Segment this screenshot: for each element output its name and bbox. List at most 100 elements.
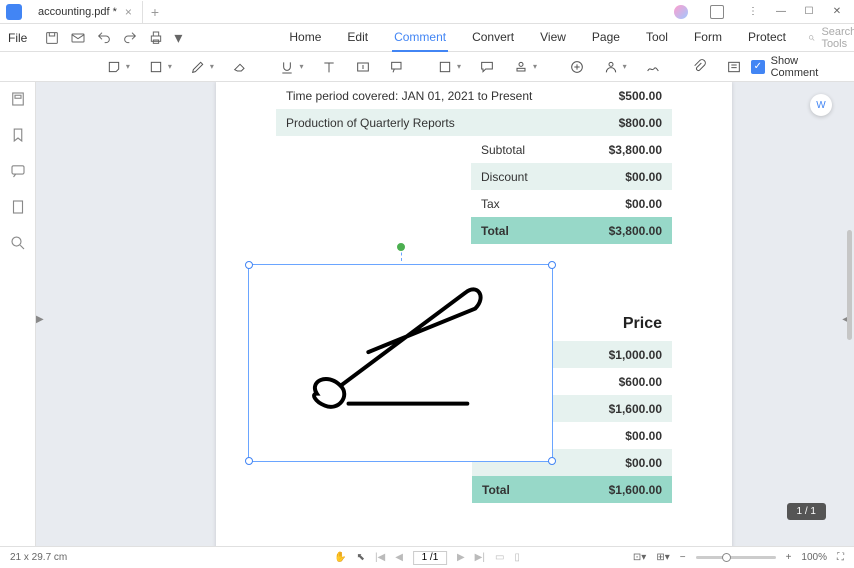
file-menu[interactable]: File <box>8 31 27 45</box>
shape-tool[interactable]: ▾ <box>431 55 467 79</box>
tab-title: accounting.pdf * <box>38 6 117 18</box>
menu-view[interactable]: View <box>538 24 568 52</box>
app-icon <box>6 4 22 20</box>
comment-toolbar: ▾ ▾ ▾ ▾ ▾ ▾ ▾ ✓ Show Comment <box>0 52 854 82</box>
close-window-button[interactable]: ✕ <box>830 5 844 19</box>
menu-home[interactable]: Home <box>287 24 323 52</box>
menu-form[interactable]: Form <box>692 24 724 52</box>
table-row: Subtotal$3,800.00 <box>471 136 672 163</box>
textbox-tool[interactable] <box>349 55 377 79</box>
canvas[interactable]: Time period covered: JAN 01, 2021 to Pre… <box>36 82 854 546</box>
menu-edit[interactable]: Edit <box>345 24 370 52</box>
prev-page-icon[interactable]: ◀ <box>395 552 403 563</box>
attachment-panel-icon[interactable] <box>9 198 27 216</box>
dropdown-icon[interactable]: ▾ <box>174 29 182 47</box>
text-tool[interactable] <box>315 55 343 79</box>
stamp-tool[interactable]: ▾ <box>507 55 543 79</box>
highlight-tool[interactable]: ▾ <box>142 55 178 79</box>
note-tool[interactable]: ▾ <box>100 55 136 79</box>
table-row: Production of Quarterly Reports $800.00 <box>276 109 672 136</box>
zoom-slider[interactable] <box>696 556 776 559</box>
cell-value: $800.00 <box>619 116 662 130</box>
workspace: ▶ ◀ Time period covered: JAN 01, 2021 to… <box>0 82 854 546</box>
close-tab-icon[interactable]: × <box>125 5 132 19</box>
redo-icon[interactable] <box>122 29 138 47</box>
fullscreen-icon[interactable]: ⛶ <box>837 552 844 563</box>
scrollbar-thumb[interactable] <box>847 230 852 340</box>
pencil-tool[interactable]: ▾ <box>184 55 220 79</box>
profile-icon[interactable] <box>674 5 688 19</box>
summary-rows: Subtotal$3,800.00 Discount$00.00 Tax$00.… <box>471 136 672 244</box>
last-page-icon[interactable]: ▶| <box>475 552 485 563</box>
zoom-level: 100% <box>801 552 827 563</box>
signature-selection[interactable] <box>248 264 553 462</box>
fit-width-icon[interactable]: ⊡▾ <box>633 552 646 563</box>
statusbar: 21 x 29.7 cm ✋ ⬉ |◀ ◀ ▶ ▶| ▭ ▯ ⊡▾ ⊞▾ − +… <box>0 546 854 568</box>
show-comment-toggle[interactable]: ✓ Show Comment <box>751 55 846 79</box>
resize-handle-tr[interactable] <box>548 261 556 269</box>
select-tool-icon[interactable]: ⬉ <box>357 552 365 563</box>
rotate-handle[interactable] <box>397 243 405 251</box>
list-tool[interactable] <box>720 55 748 79</box>
next-page-icon[interactable]: ▶ <box>457 552 465 563</box>
single-page-icon[interactable]: ▭ <box>495 552 504 563</box>
maximize-button[interactable]: ☐ <box>802 5 816 19</box>
cell-label: Production of Quarterly Reports <box>286 116 619 130</box>
mail-icon[interactable] <box>70 29 86 47</box>
checkbox-icon: ✓ <box>751 60 765 74</box>
zoom-thumb[interactable] <box>722 553 731 562</box>
signature-drawing <box>249 265 552 461</box>
window-controls: ⋮ — ☐ ✕ <box>674 5 854 19</box>
comment-panel-icon[interactable] <box>9 162 27 180</box>
zoom-out-button[interactable]: − <box>680 552 686 563</box>
thumbnails-icon[interactable] <box>9 90 27 108</box>
zoom-in-button[interactable]: + <box>786 552 792 563</box>
menu-comment[interactable]: Comment <box>392 24 448 52</box>
search-panel-icon[interactable] <box>9 234 27 252</box>
fit-page-icon[interactable]: ⊞▾ <box>656 552 669 563</box>
menu-protect[interactable]: Protect <box>746 24 788 52</box>
resize-handle-tl[interactable] <box>245 261 253 269</box>
menu-page[interactable]: Page <box>590 24 622 52</box>
table-row: Time period covered: JAN 01, 2021 to Pre… <box>276 82 672 109</box>
show-comment-label: Show Comment <box>771 55 846 79</box>
resize-handle-bl[interactable] <box>245 457 253 465</box>
minimize-button[interactable]: — <box>774 5 788 19</box>
underline-tool[interactable]: ▾ <box>273 55 309 79</box>
new-tab-button[interactable]: + <box>151 4 159 20</box>
eraser-tool[interactable] <box>226 55 254 79</box>
hand-tool-icon[interactable]: ✋ <box>334 552 346 563</box>
undo-icon[interactable] <box>96 29 112 47</box>
continuous-page-icon[interactable]: ▯ <box>514 552 520 563</box>
person-tool[interactable]: ▾ <box>597 55 633 79</box>
layout-icon[interactable] <box>710 5 724 19</box>
page-dimensions: 21 x 29.7 cm <box>10 552 67 563</box>
word-export-badge[interactable]: W <box>810 94 832 116</box>
table-row: Discount$00.00 <box>471 163 672 190</box>
attachment-icon[interactable] <box>686 55 714 79</box>
more-icon[interactable]: ⋮ <box>746 5 760 19</box>
pdf-page: Time period covered: JAN 01, 2021 to Pre… <box>216 82 732 546</box>
print-icon[interactable] <box>148 29 164 47</box>
bookmark-icon[interactable] <box>9 126 27 144</box>
scrollbar[interactable] <box>844 82 854 546</box>
table-row-total: Total$1,600.00 <box>472 476 672 503</box>
document-tab[interactable]: accounting.pdf * × <box>28 1 143 23</box>
search-tools[interactable]: Search Tools <box>808 26 854 50</box>
menu-tool[interactable]: Tool <box>644 24 670 52</box>
menu-convert[interactable]: Convert <box>470 24 516 52</box>
invoice-table-top: Time period covered: JAN 01, 2021 to Pre… <box>276 82 672 244</box>
resize-handle-br[interactable] <box>548 457 556 465</box>
stamp2-tool[interactable] <box>563 55 591 79</box>
page-nav: ✋ ⬉ |◀ ◀ ▶ ▶| ▭ ▯ <box>334 551 520 565</box>
page-input[interactable] <box>413 551 447 565</box>
signature-tool[interactable] <box>639 55 667 79</box>
cell-value: $500.00 <box>619 89 662 103</box>
comment-bubble-tool[interactable] <box>473 55 501 79</box>
menubar: File ▾ Home Edit Comment Convert View Pa… <box>0 24 854 52</box>
zoom-controls: ⊡▾ ⊞▾ − + 100% ⛶ <box>633 552 844 563</box>
save-icon[interactable] <box>44 29 60 47</box>
first-page-icon[interactable]: |◀ <box>375 552 385 563</box>
callout-tool[interactable] <box>383 55 411 79</box>
table-row-total: Total$3,800.00 <box>471 217 672 244</box>
